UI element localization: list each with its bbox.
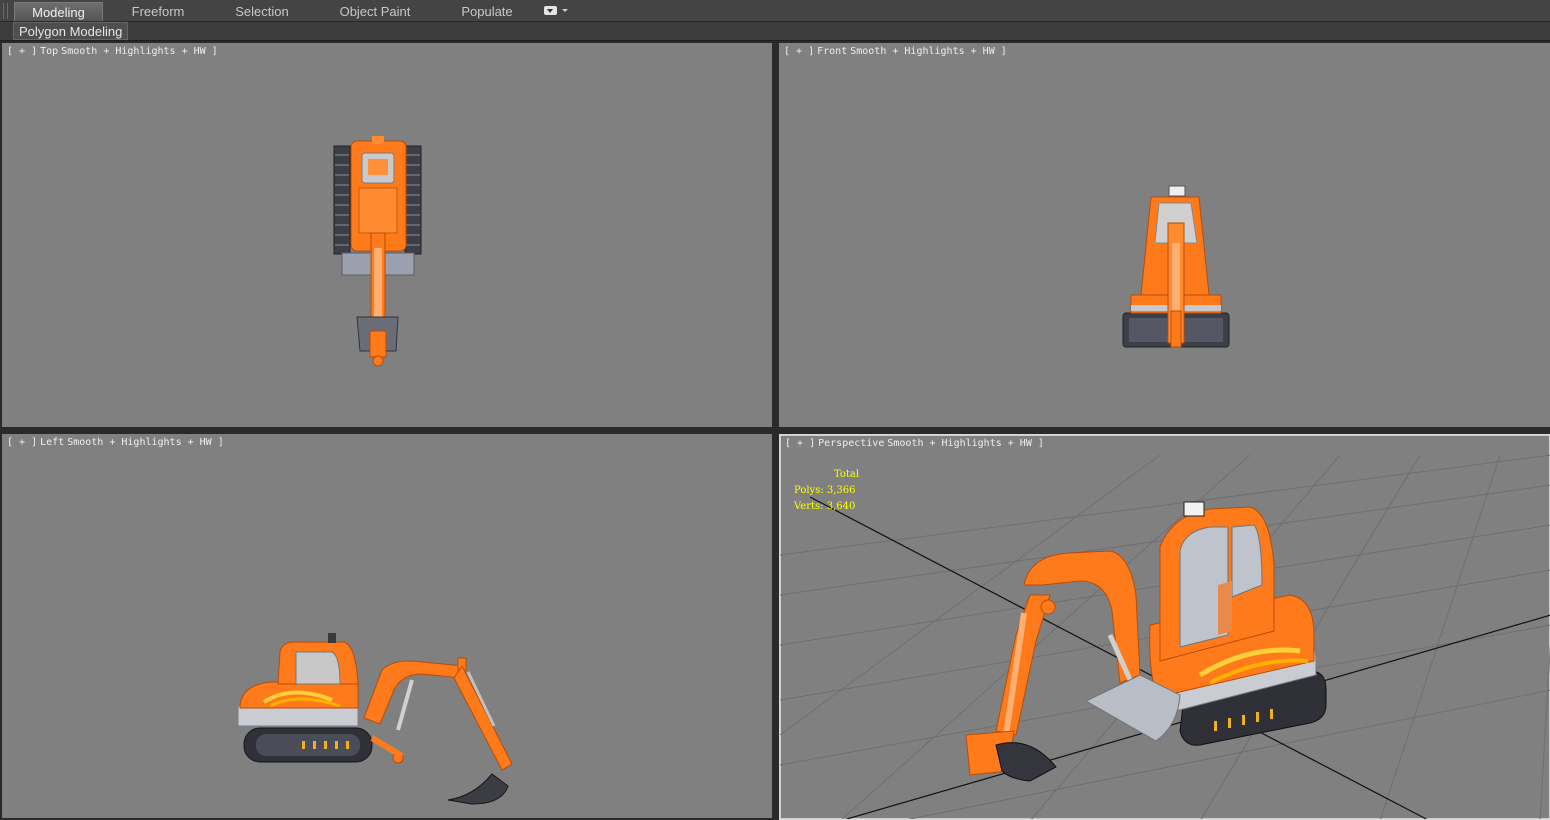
ribbon-options-dropdown[interactable] — [542, 4, 572, 18]
stats-verts-label: Verts: — [794, 501, 824, 512]
tab-modeling[interactable]: Modeling — [14, 2, 103, 21]
viewport-left[interactable]: [ + ] Left Smooth + Highlights + HW ] — [2, 434, 772, 818]
stats-polys-label: Polys: — [794, 485, 824, 496]
stats-polys-value: 3,366 — [826, 485, 856, 496]
ribbon-grip-handle[interactable] — [3, 3, 8, 19]
tab-freeform[interactable]: Freeform — [114, 2, 202, 21]
stats-verts-value: 3,640 — [826, 501, 856, 512]
tab-selection[interactable]: Selection — [218, 2, 306, 21]
viewport-front[interactable]: [ + ] Front Smooth + Highlights + HW ] — [779, 43, 1550, 427]
stats-verts-row: Verts: 3,640 — [794, 499, 859, 515]
excavator-perspective-view — [780, 454, 1550, 819]
tab-populate[interactable]: Populate — [446, 2, 528, 21]
viewport-top[interactable]: [ + ] Top Smooth + Highlights + HW ] — [2, 43, 772, 427]
excavator-top-view — [333, 136, 422, 367]
ribbon-options-icon — [544, 6, 557, 15]
ribbon-tab-bar: Modeling Freeform Selection Object Paint… — [0, 0, 1550, 22]
polygon-modeling-panel-button[interactable]: Polygon Modeling — [13, 22, 129, 40]
stats-total-header: Total — [834, 469, 860, 480]
viewport-perspective[interactable]: [ + ] Perspective Smooth + Highlights + HW… — [779, 434, 1550, 820]
statistics-overlay: Total Polys: 3,366 Verts: 3,640 — [794, 467, 859, 515]
tab-object-paint[interactable]: Object Paint — [330, 2, 420, 21]
excavator-front-view — [1122, 185, 1230, 348]
viewport-layout: [ + ] Top Smooth + Highlights + HW ] [+… — [0, 41, 1550, 820]
chevron-down-icon — [562, 9, 568, 12]
excavator-left-view — [237, 633, 513, 805]
stats-polys-row: Polys: 3,366 — [794, 483, 859, 499]
ribbon-panel: Polygon Modeling — [0, 22, 1550, 41]
